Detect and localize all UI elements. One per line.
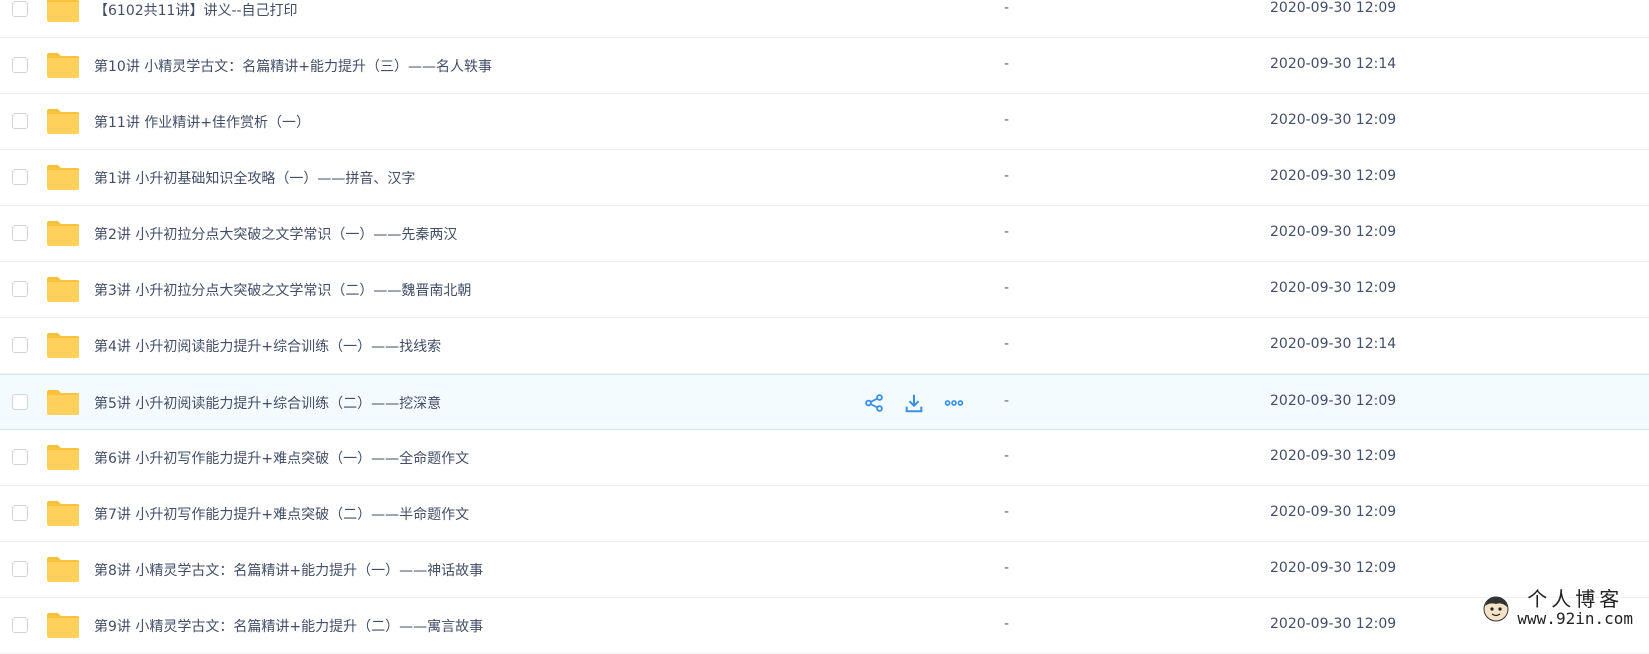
file-name-link[interactable]: 第4讲 小升初阅读能力提升+综合训练（一）——找线索	[94, 336, 441, 356]
file-row[interactable]: 第9讲 小精灵学古文：名篇精讲+能力提升（二）——寓言故事 - 2020-09-30…	[0, 598, 1649, 654]
row-checkbox[interactable]	[12, 561, 28, 577]
modified-date: 2020-09-30 12:09	[1270, 168, 1396, 184]
file-size: -	[1004, 280, 1009, 296]
file-size: -	[1004, 504, 1009, 520]
modified-date: 2020-09-30 12:09	[1270, 280, 1396, 296]
folder-icon	[46, 0, 80, 23]
row-checkbox[interactable]	[12, 449, 28, 465]
row-checkbox[interactable]	[12, 281, 28, 297]
row-actions	[862, 391, 966, 415]
file-name-link[interactable]: 第9讲 小精灵学古文：名篇精讲+能力提升（二）——寓言故事	[94, 616, 483, 636]
file-row[interactable]: 第6讲 小升初写作能力提升+难点突破（一）——全命题作文 - 2020-09-30 …	[0, 430, 1649, 486]
file-name-link[interactable]: 第5讲 小升初阅读能力提升+综合训练（二）——挖深意	[94, 393, 441, 413]
file-size: -	[1004, 112, 1009, 128]
file-row[interactable]: 第3讲 小升初拉分点大突破之文学常识（二）——魏晋南北朝 - 2020-09-30 …	[0, 262, 1649, 318]
more-icon[interactable]	[942, 391, 966, 415]
file-name-link[interactable]: 第6讲 小升初写作能力提升+难点突破（一）——全命题作文	[94, 448, 469, 468]
modified-date: 2020-09-30 12:14	[1270, 56, 1396, 72]
modified-date: 2020-09-30 12:09	[1270, 504, 1396, 520]
file-row[interactable]: 第5讲 小升初阅读能力提升+综合训练（二）——挖深意 - 2020-09-30 1…	[0, 374, 1649, 430]
file-row[interactable]: 第4讲 小升初阅读能力提升+综合训练（一）——找线索 - 2020-09-30 12…	[0, 318, 1649, 374]
modified-date: 2020-09-30 12:09	[1270, 393, 1396, 409]
folder-icon	[46, 389, 80, 416]
file-name-link[interactable]: 第7讲 小升初写作能力提升+难点突破（二）——半命题作文	[94, 504, 469, 524]
row-checkbox[interactable]	[12, 394, 28, 410]
folder-icon	[46, 500, 80, 527]
file-row[interactable]: 第11讲 作业精讲+佳作赏析（一） - 2020-09-30 12:09	[0, 94, 1649, 150]
row-checkbox[interactable]	[12, 1, 28, 17]
download-icon[interactable]	[902, 391, 926, 415]
file-size: -	[1004, 393, 1009, 409]
folder-icon	[46, 108, 80, 135]
file-size: -	[1004, 224, 1009, 240]
folder-icon	[46, 556, 80, 583]
file-row[interactable]: 第2讲 小升初拉分点大突破之文学常识（一）——先秦两汉 - 2020-09-30 1…	[0, 206, 1649, 262]
file-row[interactable]: 第7讲 小升初写作能力提升+难点突破（二）——半命题作文 - 2020-09-30 …	[0, 486, 1649, 542]
row-checkbox[interactable]	[12, 225, 28, 241]
file-size: -	[1004, 56, 1009, 72]
folder-icon	[46, 52, 80, 79]
row-checkbox[interactable]	[12, 169, 28, 185]
file-row[interactable]: 第1讲 小升初基础知识全攻略（一）——拼音、汉字 - 2020-09-30 12:0…	[0, 150, 1649, 206]
row-checkbox[interactable]	[12, 337, 28, 353]
file-name-link[interactable]: 第10讲 小精灵学古文：名篇精讲+能力提升（三）——名人轶事	[94, 56, 492, 76]
file-name-link[interactable]: 第8讲 小精灵学古文：名篇精讲+能力提升（一）——神话故事	[94, 560, 483, 580]
row-checkbox[interactable]	[12, 505, 28, 521]
watermark-url: www.92in.com	[1517, 611, 1633, 627]
file-list: 【6102共11讲】讲义--自己打印 - 2020-09-30 12:09 第10讲…	[0, 0, 1649, 654]
avatar-icon	[1481, 593, 1511, 623]
modified-date: 2020-09-30 12:09	[1270, 112, 1396, 128]
file-size: -	[1004, 336, 1009, 352]
folder-icon	[46, 220, 80, 247]
file-name-link[interactable]: 第3讲 小升初拉分点大突破之文学常识（二）——魏晋南北朝	[94, 280, 471, 300]
file-row[interactable]: 第10讲 小精灵学古文：名篇精讲+能力提升（三）——名人轶事 - 2020-09-3…	[0, 38, 1649, 94]
modified-date: 2020-09-30 12:09	[1270, 224, 1396, 240]
folder-icon	[46, 276, 80, 303]
file-row[interactable]: 第8讲 小精灵学古文：名篇精讲+能力提升（一）——神话故事 - 2020-09-30…	[0, 542, 1649, 598]
row-checkbox[interactable]	[12, 113, 28, 129]
file-size: -	[1004, 448, 1009, 464]
modified-date: 2020-09-30 12:14	[1270, 336, 1396, 352]
watermark: 个人博客 www.92in.com	[1481, 589, 1633, 627]
file-size: -	[1004, 0, 1009, 16]
folder-icon	[46, 332, 80, 359]
file-size: -	[1004, 616, 1009, 632]
modified-date: 2020-09-30 12:09	[1270, 616, 1396, 632]
file-size: -	[1004, 168, 1009, 184]
row-checkbox[interactable]	[12, 57, 28, 73]
watermark-title: 个人博客	[1527, 589, 1623, 609]
folder-icon	[46, 164, 80, 191]
file-name-link[interactable]: 第1讲 小升初基础知识全攻略（一）——拼音、汉字	[94, 168, 415, 188]
modified-date: 2020-09-30 12:09	[1270, 560, 1396, 576]
folder-icon	[46, 444, 80, 471]
file-name-link[interactable]: 第11讲 作业精讲+佳作赏析（一）	[94, 112, 310, 132]
share-icon[interactable]	[862, 391, 886, 415]
file-name-link[interactable]: 【6102共11讲】讲义--自己打印	[94, 0, 298, 20]
file-row[interactable]: 【6102共11讲】讲义--自己打印 - 2020-09-30 12:09	[0, 0, 1649, 38]
file-name-link[interactable]: 第2讲 小升初拉分点大突破之文学常识（一）——先秦两汉	[94, 224, 457, 244]
file-size: -	[1004, 560, 1009, 576]
modified-date: 2020-09-30 12:09	[1270, 0, 1396, 16]
folder-icon	[46, 612, 80, 639]
modified-date: 2020-09-30 12:09	[1270, 448, 1396, 464]
